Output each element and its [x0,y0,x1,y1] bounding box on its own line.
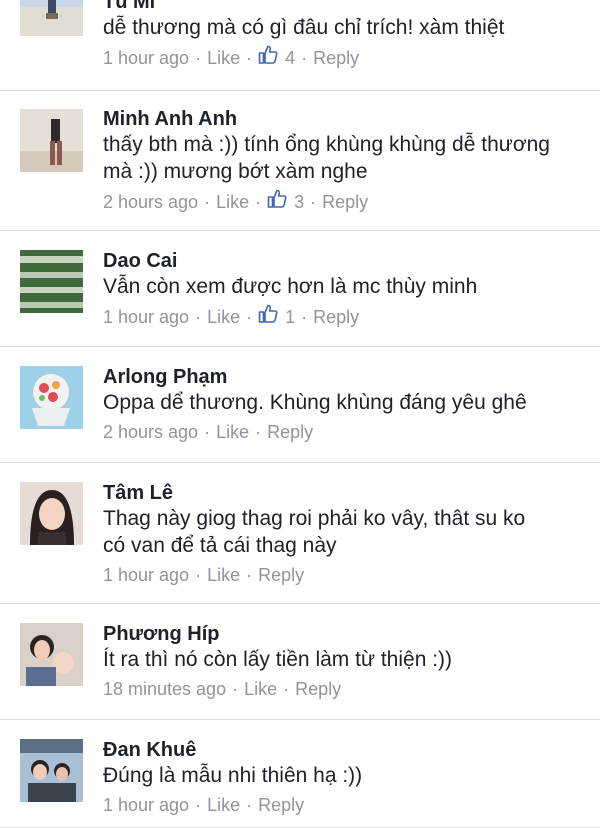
comment-time[interactable]: 2 hours ago [103,189,198,215]
avatar[interactable] [20,739,83,802]
separator: · [246,565,253,585]
separator: · [204,192,211,212]
like-button[interactable]: Like [207,45,240,71]
comment-item: Tú Mi dễ thương mà có gì đâu chỉ trích! … [0,0,600,91]
like-button[interactable]: Like [216,419,249,445]
separator: · [195,307,202,327]
comment-item: Arlong Phạm Oppa dể thương. Khùng khùng … [0,347,600,463]
comment-meta: 1 hour ago · Like · Reply [103,562,590,588]
reply-button[interactable]: Reply [295,676,341,702]
thumbs-up-icon [258,45,278,64]
comment-time[interactable]: 2 hours ago [103,419,198,445]
separator: · [204,422,211,442]
comment-text: Vẫn còn xem được hơn là mc thùy minh [103,275,478,298]
commenter-name[interactable]: Phương Híp [103,622,590,646]
like-count[interactable]: 4 [258,44,295,71]
commenter-name[interactable]: Đan Khuê [103,738,590,762]
comment-text: dễ thương mà có gì đâu chỉ trích! xàm th… [103,16,505,39]
separator: · [195,48,202,68]
comment-meta: 2 hours ago · Like · Reply [103,419,590,445]
comment-time[interactable]: 1 hour ago [103,304,189,330]
comment-item: Dao Cai Vẫn còn xem được hơn là mc thùy … [0,231,600,347]
separator: · [310,192,317,212]
like-button[interactable]: Like [207,792,240,818]
commenter-name[interactable]: Dao Cai [103,249,590,273]
like-button[interactable]: Like [207,304,240,330]
comment-text: Thag này giog thag roi phải ko vây, thât… [103,507,526,557]
commenter-name[interactable]: Arlong Phạm [103,365,590,389]
comment-item: Phương Híp Ít ra thì nó còn lấy tiền làm… [0,604,600,720]
comment-text: Oppa dể thương. Khùng khùng đáng yêu ghê [103,391,527,414]
avatar[interactable] [20,109,83,172]
comment-meta: 1 hour ago · Like · 1 · Reply [103,303,590,330]
separator: · [255,192,262,212]
reply-button[interactable]: Reply [258,792,304,818]
comment-item: Minh Anh Anh thấy bth mà :)) tính ổng kh… [0,91,600,231]
avatar[interactable] [20,250,83,313]
commenter-name[interactable]: Tú Mi [103,0,590,14]
comment-item: Tâm Lê Thag này giog thag roi phải ko vâ… [0,463,600,604]
comment-time[interactable]: 18 minutes ago [103,676,226,702]
comment-meta: 1 hour ago · Like · Reply [103,792,590,818]
avatar[interactable] [20,482,83,545]
like-button[interactable]: Like [216,189,249,215]
separator: · [246,795,253,815]
reply-button[interactable]: Reply [258,562,304,588]
comment-item: Đan Khuê Đúng là mẫu nhi thiên hạ :)) 1 … [0,720,600,828]
separator: · [195,565,202,585]
thumbs-up-icon [258,304,278,323]
avatar[interactable] [20,623,83,686]
separator: · [232,679,239,699]
thumbs-up-icon [267,189,287,208]
separator: · [255,422,262,442]
like-count[interactable]: 3 [267,188,304,215]
comment-meta: 1 hour ago · Like · 4 · Reply [103,44,590,71]
comment-text: Ít ra thì nó còn lấy tiền làm từ thiện :… [103,648,453,671]
separator: · [283,679,290,699]
reply-button[interactable]: Reply [267,419,313,445]
comment-time[interactable]: 1 hour ago [103,45,189,71]
comment-text: Đúng là mẫu nhi thiên hạ :)) [103,764,363,787]
reply-button[interactable]: Reply [313,45,359,71]
comment-meta: 2 hours ago · Like · 3 · Reply [103,188,590,215]
separator: · [246,307,253,327]
avatar[interactable] [20,0,83,36]
separator: · [301,48,308,68]
separator: · [246,48,253,68]
comment-time[interactable]: 1 hour ago [103,792,189,818]
reply-button[interactable]: Reply [322,189,368,215]
separator: · [195,795,202,815]
commenter-name[interactable]: Tâm Lê [103,481,590,505]
comment-text: thấy bth mà :)) tính ổng khùng khùng dễ … [103,133,550,183]
commenter-name[interactable]: Minh Anh Anh [103,107,590,131]
reply-button[interactable]: Reply [313,304,359,330]
avatar[interactable] [20,366,83,429]
separator: · [301,307,308,327]
like-count[interactable]: 1 [258,303,295,330]
comment-time[interactable]: 1 hour ago [103,562,189,588]
comment-meta: 18 minutes ago · Like · Reply [103,676,590,702]
like-button[interactable]: Like [244,676,277,702]
like-button[interactable]: Like [207,562,240,588]
